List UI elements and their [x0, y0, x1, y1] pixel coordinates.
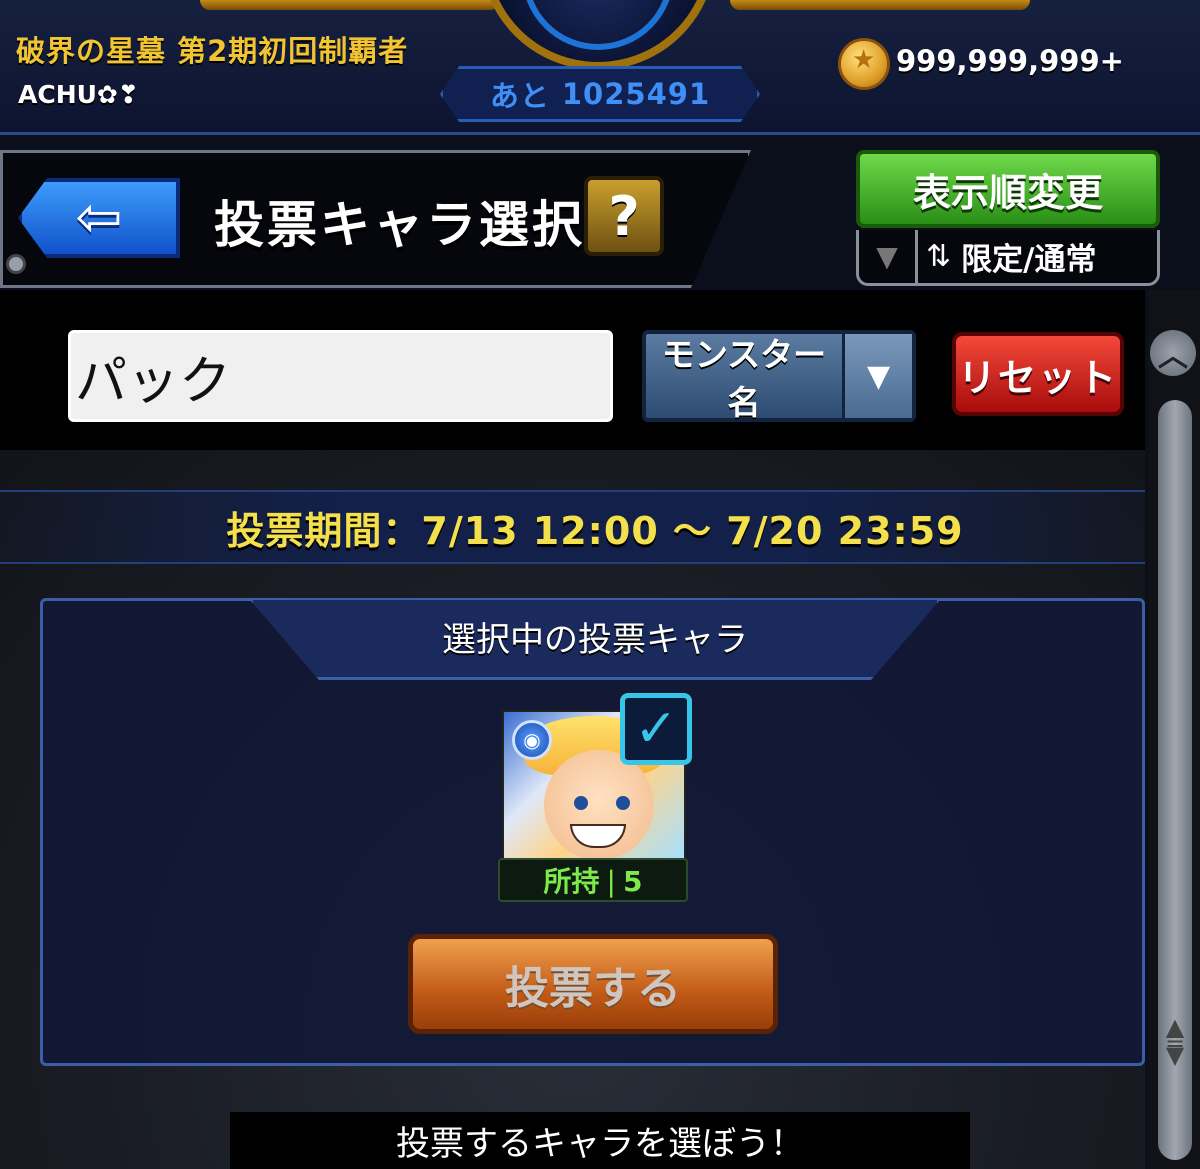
remaining-value: 1025491: [561, 77, 711, 111]
player-name: ACHU✿❣: [18, 80, 139, 109]
sort-direction-icon: ⇅: [926, 239, 952, 274]
panel-title: 選択中の投票キャラ: [442, 620, 748, 660]
search-input[interactable]: [68, 330, 613, 422]
gold-trim-right: [730, 0, 1030, 10]
coin-count: 999,999,999+: [896, 44, 1124, 78]
coin-icon: [838, 38, 890, 90]
back-arrow-icon: ⇦: [75, 185, 123, 250]
grip-icon: ▲ ≡ ▼: [1164, 1013, 1186, 1069]
reset-button[interactable]: リセット: [952, 332, 1124, 416]
character-eye: [616, 796, 630, 810]
vote-period: 投票期間：7/13 12:00 ～ 7/20 23:59: [226, 509, 964, 553]
water-element-icon: ◉: [512, 720, 552, 760]
selected-checkbox[interactable]: ✓: [620, 693, 692, 765]
remaining-label: あと: [489, 79, 550, 113]
filter-icon[interactable]: ▼: [859, 230, 918, 283]
search-type-label: モンスター名: [661, 335, 827, 422]
character-eye: [574, 796, 588, 810]
search-type-select[interactable]: モンスター名 ▼: [642, 330, 916, 422]
sort-mode-toggle[interactable]: ▼ ⇅ 限定/通常: [856, 230, 1160, 286]
chevron-down-icon[interactable]: ▼: [842, 334, 912, 418]
screw-icon: [6, 254, 26, 274]
player-title: 破界の星墓 第2期初回制覇者: [16, 34, 409, 68]
owned-count-badge: 所持❘5: [498, 858, 688, 902]
vote-button[interactable]: 投票する: [408, 934, 778, 1034]
sort-mode-label: 限定/通常: [961, 242, 1097, 278]
page-title: 投票キャラ選択: [214, 196, 585, 254]
sort-order-button[interactable]: 表示順変更: [856, 150, 1160, 228]
help-button[interactable]: ?: [584, 176, 664, 256]
remaining-counter: あと 1025491: [440, 66, 760, 122]
back-button[interactable]: ⇦: [18, 178, 180, 258]
gold-trim-left: [200, 0, 500, 10]
footer-hint: 投票するキャラを選ぼう！: [396, 1124, 804, 1164]
scroll-up-icon[interactable]: ︿: [1150, 330, 1196, 376]
